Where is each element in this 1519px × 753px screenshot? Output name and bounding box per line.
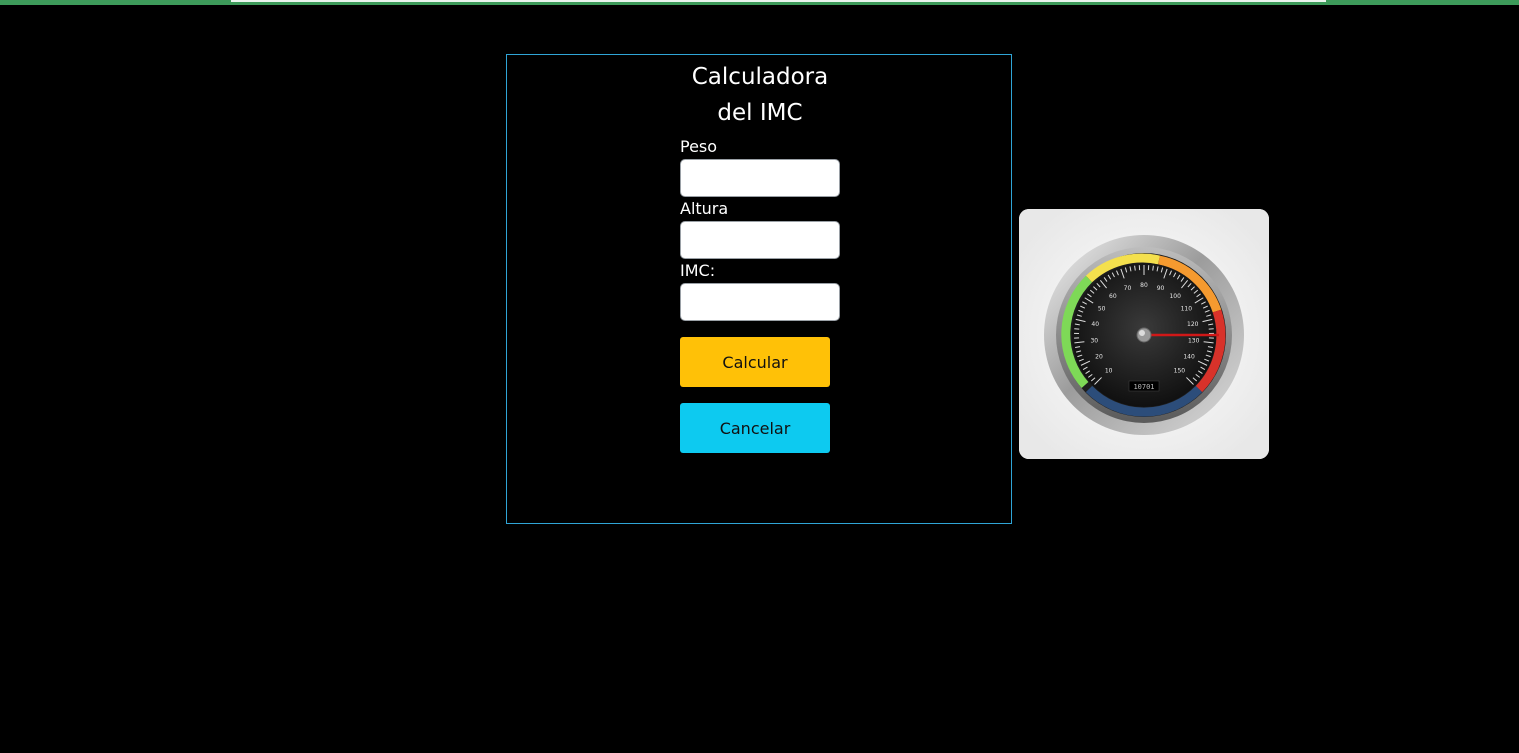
gauge-tick-label: 20 xyxy=(1095,354,1103,361)
calcular-button[interactable]: Calcular xyxy=(680,337,830,387)
gauge-tick-label: 100 xyxy=(1169,293,1181,300)
gauge-tick-label: 30 xyxy=(1090,338,1098,345)
gauge-tick-label: 130 xyxy=(1188,338,1200,345)
odometer-text: 10701 xyxy=(1133,383,1154,391)
altura-input[interactable] xyxy=(680,221,840,259)
gauge-tick xyxy=(1134,265,1136,271)
page-title: Calculadora del IMC xyxy=(507,59,1013,131)
imc-output[interactable] xyxy=(680,283,840,321)
speedometer-image: 10 20 30 40 50 60 70 80 90 100 110 120 130 140 150 107… xyxy=(1019,209,1269,459)
imc-label: IMC: xyxy=(680,261,716,280)
gauge-tick xyxy=(1152,265,1154,271)
gauge-tick-label: 10 xyxy=(1105,367,1113,374)
gauge-tick-label: 110 xyxy=(1181,305,1193,312)
gauge-tick-label: 140 xyxy=(1183,354,1195,361)
gauge-tick-label: 80 xyxy=(1140,282,1148,289)
peso-input[interactable] xyxy=(680,159,840,197)
gauge-tick-label: 90 xyxy=(1157,285,1165,292)
cancelar-button[interactable]: Cancelar xyxy=(680,403,830,453)
top-progress-bar-inner xyxy=(231,0,1326,2)
speedometer-graphic: 10203040506070 80 90100110120130140150 107… xyxy=(1019,209,1269,459)
top-progress-bar xyxy=(0,0,1519,5)
altura-label: Altura xyxy=(680,199,729,218)
gauge-tick-label: 40 xyxy=(1091,321,1099,328)
title-line-2: del IMC xyxy=(717,100,803,126)
title-line-1: Calculadora xyxy=(691,64,829,90)
gauge-tick-label: 70 xyxy=(1124,285,1132,292)
gauge-tick-label: 60 xyxy=(1109,293,1117,300)
gauge-tick-label: 150 xyxy=(1174,367,1186,374)
gauge-tick-label: 50 xyxy=(1098,305,1106,312)
peso-label: Peso xyxy=(680,137,718,156)
gauge-tick-label: 120 xyxy=(1187,321,1199,328)
imc-calculator-card: Calculadora del IMC Peso Altura IMC: Cal… xyxy=(506,54,1012,524)
